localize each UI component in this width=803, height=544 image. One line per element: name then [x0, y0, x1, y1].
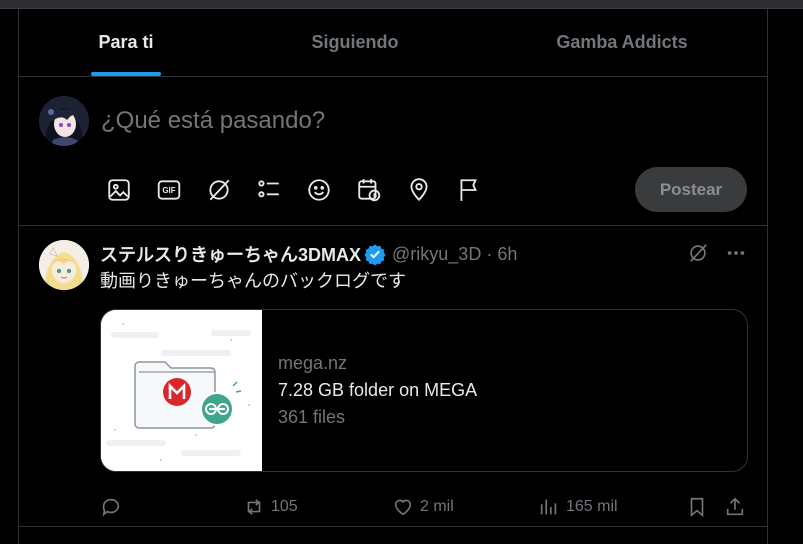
grok-icon[interactable] [687, 242, 709, 264]
tweet-header: ステルスりきゅーちゃん3DMAX @rikyu_3D · 6h [100, 241, 517, 267]
tweet-text: 動画りきゅーちゃんのバックログです [100, 271, 406, 291]
tweet-header-actions [687, 242, 747, 264]
reply-button[interactable] [100, 496, 128, 518]
bookmark-icon [690, 497, 704, 518]
repost-count: 105 [271, 498, 298, 515]
display-name[interactable]: ステルスりきゅーちゃん3DMAX [100, 241, 361, 267]
heart-icon [394, 499, 412, 516]
gif-label: GIF [162, 186, 176, 195]
timeline-tabs: Para ti Siguiendo Gamba Addicts [19, 9, 767, 77]
link-card[interactable]: mega.nz 7.28 GB folder on MEGA 361 files [100, 309, 748, 472]
link-card-domain: mega.nz [278, 353, 348, 373]
window-top-bar [0, 0, 803, 9]
link-card-thumbnail [101, 310, 262, 471]
link-card-title: 7.28 GB folder on MEGA [278, 380, 478, 400]
gif-icon[interactable]: GIF [151, 176, 187, 204]
share-button[interactable] [724, 496, 746, 518]
views-icon [540, 499, 557, 515]
more-icon[interactable] [725, 242, 747, 264]
poll-icon[interactable] [251, 176, 287, 204]
verified-badge-icon [364, 244, 386, 265]
tab-gamba-addicts[interactable]: Gamba Addicts [477, 9, 767, 77]
emoji-icon[interactable] [301, 176, 337, 204]
schedule-icon[interactable] [351, 176, 387, 204]
location-icon[interactable] [401, 176, 437, 204]
tab-para-ti[interactable]: Para ti [19, 9, 233, 77]
bookmark-button[interactable] [686, 496, 708, 518]
post-composer: GIF Postear [19, 77, 767, 226]
tab-label: Gamba Addicts [556, 31, 688, 52]
tab-label: Para ti [98, 31, 154, 52]
tweet-actions: 105 2 mil 165 mil [100, 496, 750, 522]
avatar[interactable] [39, 96, 89, 146]
timestamp[interactable]: 6h [497, 244, 517, 265]
separator: · [486, 243, 493, 264]
image-icon[interactable] [101, 176, 137, 204]
repost-button[interactable]: 105 [243, 496, 298, 518]
link-card-body: mega.nz 7.28 GB folder on MEGA 361 files [262, 310, 747, 471]
compose-input[interactable] [101, 107, 701, 135]
tab-siguiendo[interactable]: Siguiendo [233, 9, 477, 77]
active-tab-indicator [91, 72, 161, 76]
tab-label: Siguiendo [311, 31, 399, 52]
reply-icon [102, 498, 120, 517]
flag-icon[interactable] [451, 176, 487, 204]
link-card-description: 361 files [278, 407, 346, 427]
views-button[interactable]: 165 mil [538, 496, 618, 518]
like-button[interactable]: 2 mil [392, 496, 454, 518]
grok-icon[interactable] [201, 176, 237, 204]
post-button[interactable]: Postear [635, 167, 747, 212]
like-count: 2 mil [420, 498, 454, 515]
share-icon [726, 497, 744, 516]
user-handle[interactable]: @rikyu_3D [392, 244, 481, 265]
repost-icon [247, 499, 261, 515]
view-count: 165 mil [566, 498, 618, 515]
timeline-column: Para ti Siguiendo Gamba Addicts ¿Qué est… [18, 9, 768, 544]
composer-toolbar: GIF [101, 176, 487, 204]
tweet[interactable]: ステルスりきゅーちゃん3DMAX @rikyu_3D · 6h 動画りきゅーちゃ… [19, 226, 767, 527]
avatar[interactable] [39, 240, 89, 290]
